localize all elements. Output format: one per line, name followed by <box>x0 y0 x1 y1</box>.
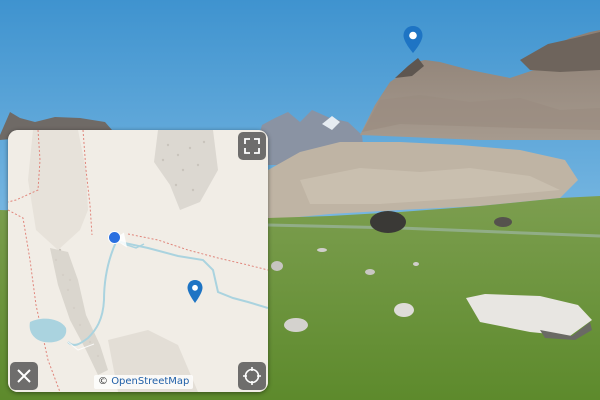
map-attribution: © OpenStreetMap <box>94 375 194 389</box>
close-map-button[interactable] <box>10 362 38 390</box>
panorama-map-pin-icon[interactable] <box>403 26 423 54</box>
position-dot <box>108 231 121 244</box>
minimap[interactable]: © OpenStreetMap <box>8 130 268 392</box>
expand-icon <box>244 138 260 154</box>
minimap-canvas[interactable] <box>8 130 268 392</box>
locate-me-button[interactable] <box>238 362 266 390</box>
current-position-icon <box>108 231 132 251</box>
close-icon <box>17 369 31 383</box>
openstreetmap-link[interactable]: OpenStreetMap <box>111 376 189 387</box>
map-pin-icon[interactable] <box>187 280 203 304</box>
copyright-symbol: © <box>98 376 108 387</box>
expand-map-button[interactable] <box>238 132 266 160</box>
crosshair-icon <box>243 367 261 385</box>
